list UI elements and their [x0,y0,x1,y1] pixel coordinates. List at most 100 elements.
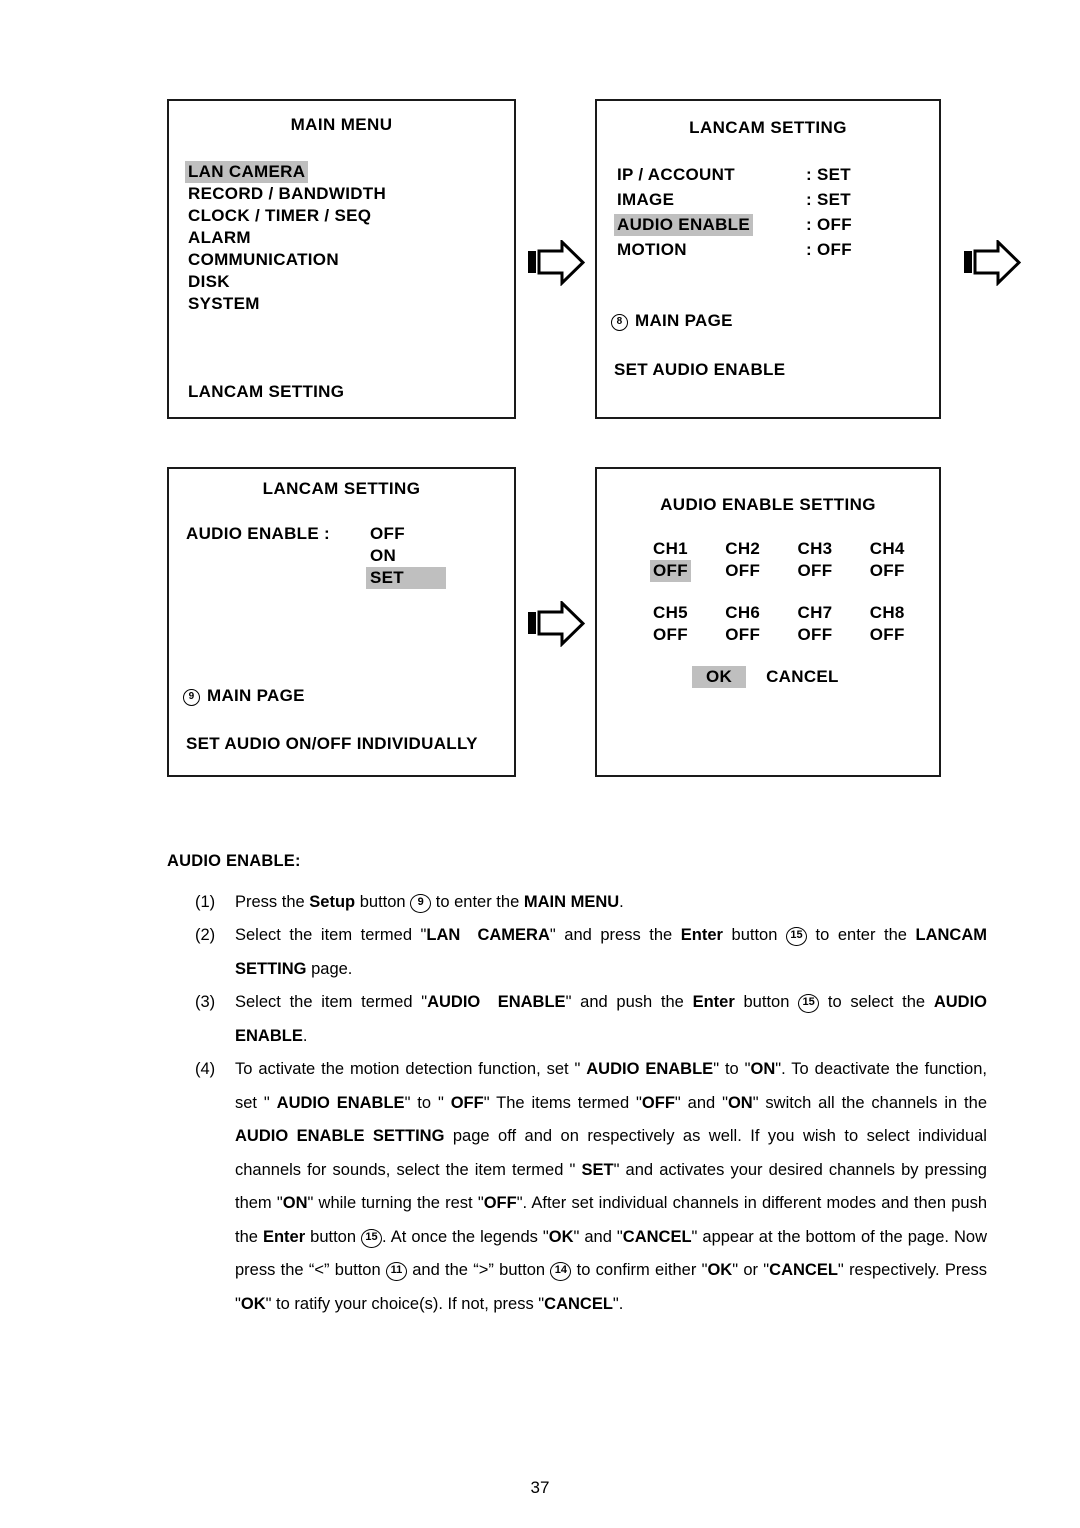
menu-row: RECORD / BANDWIDTH [185,183,514,205]
panel-title-audio-enable: LANCAM SETTING [262,479,421,498]
channel-header-cell: CH1 [650,538,722,560]
circled-number-icon: 9 [183,689,200,706]
lancam-row-key[interactable]: IMAGE [614,189,677,211]
instruction-step: (1) Press the Setup button 9 to enter th… [167,886,987,920]
lancam-row-image: IMAGE : SET [614,189,939,214]
step-text: Select the item termed "LAN CAMERA" and … [235,926,988,978]
channel-value-ch2[interactable]: OFF [722,560,763,582]
channel-value-row-2: OFF OFF OFF OFF [650,624,939,646]
channel-label-ch2: CH2 [725,539,761,558]
channel-header-cell: CH4 [867,538,939,560]
cancel-button[interactable]: CANCEL [766,666,839,688]
audio-enable-main-page[interactable]: 9 MAIN PAGE [169,685,514,707]
channel-value-ch3[interactable]: OFF [795,560,836,582]
lancam-row-key[interactable]: AUDIO ENABLE [614,214,753,236]
right-arrow-icon [527,238,586,291]
lancam-row-ip-account: IP / ACCOUNT : SET [614,164,939,189]
channel-value-cell: OFF [795,560,867,582]
menu-row: SYSTEM [185,293,514,315]
audio-enable-option-row: OFF [366,523,514,545]
channel-value-ch6[interactable]: OFF [722,624,763,646]
menu-item-lan-camera[interactable]: LAN CAMERA [185,161,309,183]
step-number: (3) [195,993,216,1011]
menu-item-disk[interactable]: DISK [185,271,233,293]
audio-enable-hint: SET AUDIO ON/OFF INDIVIDUALLY [186,734,478,753]
step-text: Press the Setup button 9 to enter the MA… [235,892,624,913]
channel-value-cell: OFF [867,560,939,582]
audio-enable-option-off[interactable]: OFF [366,523,446,545]
page-number: 37 [530,1478,550,1497]
instruction-step: (4) To activate the motion detection fun… [167,1053,987,1321]
instruction-step: (3) Select the item termed "AUDIO ENABLE… [167,986,987,1053]
channel-value-cell: OFF [650,624,722,646]
lancam-row-key[interactable]: IP / ACCOUNT [614,164,738,186]
menu-row: CLOCK / TIMER / SEQ [185,205,514,227]
channel-value-cell: OFF [722,560,794,582]
channel-label-ch5: CH5 [653,603,688,622]
lancam-row-value[interactable]: : OFF [806,239,852,261]
instruction-step: (2) Select the item termed "LAN CAMERA" … [167,919,987,986]
channel-value-cell: OFF [722,624,794,646]
main-menu-list: LAN CAMERA RECORD / BANDWIDTH CLOCK / TI… [169,161,514,315]
section-title: AUDIO ENABLE: [167,852,301,870]
osd-panel-lancam-setting: LANCAM SETTING IP / ACCOUNT : SET IMAGE … [595,99,941,419]
channel-value-row-1: OFF OFF OFF OFF [650,560,939,582]
step-number: (4) [195,1060,216,1078]
lancam-row-motion: MOTION : OFF [614,239,939,264]
osd-panel-audio-enable-setting: AUDIO ENABLE SETTING CH1 CH2 CH3 CH4 OFF… [595,467,941,777]
grid-spacer [650,582,939,602]
lancam-row-value[interactable]: : OFF [806,214,852,236]
channel-header-row-2: CH5 CH6 CH7 CH8 [650,602,939,624]
step-number: (2) [195,926,216,944]
menu-item-system[interactable]: SYSTEM [185,293,263,315]
menu-item-communication[interactable]: COMMUNICATION [185,249,342,271]
audio-enable-option-set[interactable]: SET [366,567,446,589]
step-text: To activate the motion detection functio… [235,1060,988,1313]
channel-grid: CH1 CH2 CH3 CH4 OFF OFF OFF OFF CH5 CH6 … [597,538,939,646]
menu-row: LAN CAMERA [185,161,514,183]
osd-panel-audio-enable: LANCAM SETTING AUDIO ENABLE : OFF ON SET… [167,467,516,777]
lancam-row-value[interactable]: : SET [806,164,851,186]
main-page-label: MAIN PAGE [635,311,733,330]
panel-title-audio-enable-setting: AUDIO ENABLE SETTING [660,495,876,514]
menu-item-record-bandwidth[interactable]: RECORD / BANDWIDTH [185,183,389,205]
channel-label-ch6: CH6 [725,603,761,622]
channel-header-cell: CH5 [650,602,722,624]
menu-row: COMMUNICATION [185,249,514,271]
channel-value-ch1[interactable]: OFF [650,560,691,582]
channel-header-row-1: CH1 CH2 CH3 CH4 [650,538,939,560]
channel-label-ch4: CH4 [869,539,905,558]
menu-item-clock-timer-seq[interactable]: CLOCK / TIMER / SEQ [185,205,374,227]
lancam-row-value[interactable]: : SET [806,189,851,211]
audio-enable-option-row: ON [366,545,514,567]
lancam-setting-main-page[interactable]: 8 MAIN PAGE [597,310,939,332]
audio-enable-rows: AUDIO ENABLE : OFF ON SET [169,523,514,589]
audio-enable-option-on[interactable]: ON [366,545,446,567]
menu-row: ALARM [185,227,514,249]
audio-enable-label: AUDIO ENABLE : [186,524,330,543]
ok-button[interactable]: OK [692,666,747,688]
channel-header-cell: CH2 [722,538,794,560]
step-number: (1) [195,892,216,911]
channel-header-cell: CH8 [867,602,939,624]
lancam-row-audio-enable: AUDIO ENABLE : OFF [614,214,939,239]
channel-value-ch8[interactable]: OFF [867,624,908,646]
channel-value-cell: OFF [650,560,722,582]
main-page-label: MAIN PAGE [207,686,305,705]
lancam-setting-rows: IP / ACCOUNT : SET IMAGE : SET AUDIO ENA… [597,164,939,264]
lancam-row-key[interactable]: MOTION [614,239,690,261]
right-arrow-icon [527,599,586,652]
lancam-setting-hint: SET AUDIO ENABLE [614,360,786,379]
channel-value-ch7[interactable]: OFF [795,624,836,646]
circled-number-icon: 8 [611,314,628,331]
right-arrow-icon [963,238,1022,291]
instructions-block: AUDIO ENABLE: (1) Press the Setup button… [167,845,987,1321]
channel-header-cell: CH6 [722,602,794,624]
channel-label-ch7: CH7 [797,603,833,622]
channel-value-ch4[interactable]: OFF [867,560,908,582]
channel-value-cell: OFF [795,624,867,646]
main-menu-footer-lancam-setting: LANCAM SETTING [188,382,345,401]
menu-item-alarm[interactable]: ALARM [185,227,254,249]
channel-value-ch5[interactable]: OFF [650,624,691,646]
audio-enable-option-row: SET [366,567,514,589]
